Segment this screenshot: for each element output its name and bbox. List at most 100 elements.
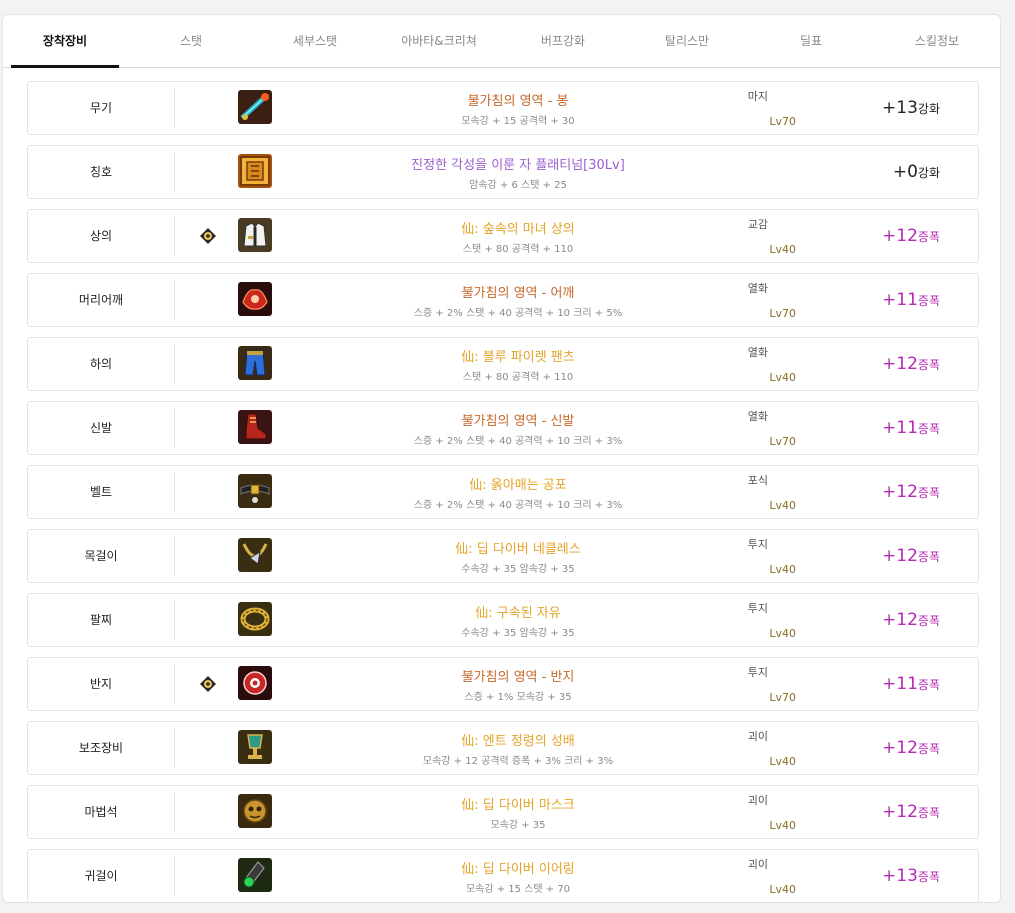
row-divider: [174, 665, 175, 703]
item-level: Lv40: [769, 883, 796, 896]
equipment-row[interactable]: 하의 仙: 블루 파이렛 팬츠 스탯 + 80 공격력 + 110 열화 Lv40 +12…: [27, 337, 979, 391]
item-level: Lv40: [769, 371, 796, 384]
equipment-row[interactable]: 목걸이 仙: 딥 다이버 네클레스 수속강 + 35 암속강 + 35 투지 Lv40 +…: [27, 529, 979, 583]
slot-label: 목걸이: [84, 549, 118, 563]
slot-label: 귀걸이: [84, 869, 118, 883]
row-divider: [174, 857, 175, 895]
item-level: Lv70: [769, 691, 796, 704]
bracelet-accessory-icon[interactable]: [238, 602, 272, 636]
set-marker-icon: [200, 676, 216, 692]
row-divider: [174, 345, 175, 383]
title-scroll-icon[interactable]: [238, 154, 272, 188]
shoes-armor-icon[interactable]: [238, 410, 272, 444]
equipment-row[interactable]: 귀걸이 仙: 딥 다이버 이어링 모속강 + 15 스탯 + 70 괴이 Lv40 +13…: [27, 849, 979, 903]
equipment-row[interactable]: 신발 불가침의 영역 - 신발 스증 + 2% 스탯 + 40 공격력 + 10 크…: [27, 401, 979, 455]
equipment-panel: 장착장비 스탯 세부스탯 아바타&크리쳐 버프강화 탈리스만 딜표 스킬정보 무…: [2, 14, 1001, 903]
refine-badge: +13강화: [882, 98, 940, 118]
refine-badge: +12증폭: [882, 354, 940, 374]
enchant-label: 괴이: [747, 794, 768, 807]
equipment-row[interactable]: 보조장비 仙: 엔트 정령의 성배 모속강 + 12 공격력 증폭 + 3% 크리 …: [27, 721, 979, 775]
slot-label: 무기: [89, 101, 113, 115]
refine-type: 강화: [917, 102, 940, 116]
slot-label: 신발: [89, 421, 113, 435]
item-stats: 모속강 + 15 공격력 + 30: [461, 116, 575, 127]
tab-detail-stats[interactable]: 세부스탯: [261, 15, 369, 67]
slot-label: 칭호: [89, 165, 113, 179]
slot-label: 팔찌: [89, 613, 113, 627]
equipment-row[interactable]: 마법석 仙: 딥 다이버 마스크 모속강 + 35 괴이 Lv40 +12증폭: [27, 785, 979, 839]
refine-type: 증폭: [917, 806, 940, 820]
equipment-row[interactable]: 반지 불가침의 영역 - 반지 스증 + 1% 모속강 + 35 투지 Lv70 +11증…: [27, 657, 979, 711]
refine-badge: +11증폭: [882, 674, 940, 694]
equipment-row[interactable]: 무기 불가침의 영역 - 봉 모속강 + 15 공격력 + 30 마지 Lv70 +13강…: [27, 81, 979, 135]
item-stats: 스탯 + 80 공격력 + 110: [462, 244, 574, 255]
row-divider: [174, 793, 175, 831]
equipment-row[interactable]: 상의 仙: 숲속의 마녀 상의 스탯 + 80 공격력 + 110 교감 Lv40 +12…: [27, 209, 979, 263]
refine-badge: +12증폭: [882, 226, 940, 246]
equipment-row[interactable]: 머리어깨 불가침의 영역 - 어깨 스증 + 2% 스탯 + 40 공격력 + 10…: [27, 273, 979, 327]
necklace-accessory-icon[interactable]: [238, 538, 272, 572]
slot-label: 상의: [89, 229, 113, 243]
slot-label: 머리어깨: [78, 293, 124, 307]
item-stats: 스증 + 2% 스탯 + 40 공격력 + 10 크리 + 3%: [413, 500, 623, 511]
row-divider: [174, 473, 175, 511]
enchant-label: 마지: [747, 90, 768, 103]
item-level: Lv40: [769, 243, 796, 256]
tab-stats[interactable]: 스탯: [137, 15, 245, 67]
item-stats: 스증 + 2% 스탯 + 40 공격력 + 10 크리 + 5%: [413, 308, 623, 319]
equipment-row[interactable]: 팔찌 仙: 구속된 자유 수속강 + 35 암속강 + 35 투지 Lv40 +12증폭: [27, 593, 979, 647]
refine-value: +12: [882, 802, 918, 822]
refine-badge: +12증폭: [882, 610, 940, 630]
refine-type: 강화: [917, 166, 940, 180]
tab-skill-info[interactable]: 스킬정보: [883, 15, 991, 67]
tab-equipment[interactable]: 장착장비: [11, 15, 119, 68]
tab-avatar-creature[interactable]: 아바타&크리쳐: [385, 15, 493, 67]
refine-type: 증폭: [917, 486, 940, 500]
refine-badge: +12증폭: [882, 546, 940, 566]
shoulder-armor-icon[interactable]: [238, 282, 272, 316]
item-stats: 수속강 + 35 암속강 + 35: [461, 628, 575, 639]
belt-armor-icon[interactable]: [238, 474, 272, 508]
tab-buff-enhance[interactable]: 버프강화: [509, 15, 617, 67]
slot-label: 반지: [89, 677, 113, 691]
pants-armor-icon[interactable]: [238, 346, 272, 380]
enchant-label: 열화: [747, 346, 768, 359]
magic-stone-icon[interactable]: [238, 794, 272, 828]
item-stats: 암속강 + 6 스탯 + 25: [469, 180, 567, 191]
tab-bar: 장착장비 스탯 세부스탯 아바타&크리쳐 버프강화 탈리스만 딜표 스킬정보: [3, 15, 1000, 68]
staff-weapon-icon[interactable]: [238, 90, 272, 124]
refine-badge: +13증폭: [882, 866, 940, 886]
set-marker-icon: [200, 228, 216, 244]
refine-badge: +11증폭: [882, 418, 940, 438]
coat-armor-icon[interactable]: [238, 218, 272, 252]
refine-badge: +12증폭: [882, 738, 940, 758]
equipment-row[interactable]: 칭호 진정한 각성을 이룬 자 플래티넘[30Lv] 암속강 + 6 스탯 + 25…: [27, 145, 979, 199]
refine-value: +12: [882, 610, 918, 630]
earring-icon[interactable]: [238, 858, 272, 892]
equipment-row[interactable]: 벨트 仙: 옭아매는 공포 스증 + 2% 스탯 + 40 공격력 + 10 크리 …: [27, 465, 979, 519]
refine-value: +11: [882, 290, 918, 310]
refine-type: 증폭: [917, 358, 940, 372]
row-divider: [174, 281, 175, 319]
item-level: Lv40: [769, 563, 796, 576]
enchant-label: 열화: [747, 410, 768, 423]
enchant-label: 투지: [747, 538, 768, 551]
sub-equipment-icon[interactable]: [238, 730, 272, 764]
refine-type: 증폭: [917, 678, 940, 692]
slot-label: 보조장비: [78, 741, 124, 755]
tab-damage-table[interactable]: 딜표: [757, 15, 865, 67]
refine-value: +11: [882, 418, 918, 438]
row-divider: [174, 729, 175, 767]
item-stats: 모속강 + 35: [490, 820, 546, 831]
row-divider: [174, 153, 175, 191]
item-level: Lv40: [769, 755, 796, 768]
item-level: Lv40: [769, 627, 796, 640]
enchant-label: 열화: [747, 282, 768, 295]
enchant-label: 투지: [747, 666, 768, 679]
item-name[interactable]: 진정한 각성을 이룬 자 플래티넘[30Lv]: [288, 154, 748, 173]
item-level: Lv40: [769, 499, 796, 512]
refine-type: 증폭: [917, 614, 940, 628]
ring-accessory-icon[interactable]: [238, 666, 272, 700]
tab-talisman[interactable]: 탈리스만: [633, 15, 741, 67]
refine-type: 증폭: [917, 550, 940, 564]
